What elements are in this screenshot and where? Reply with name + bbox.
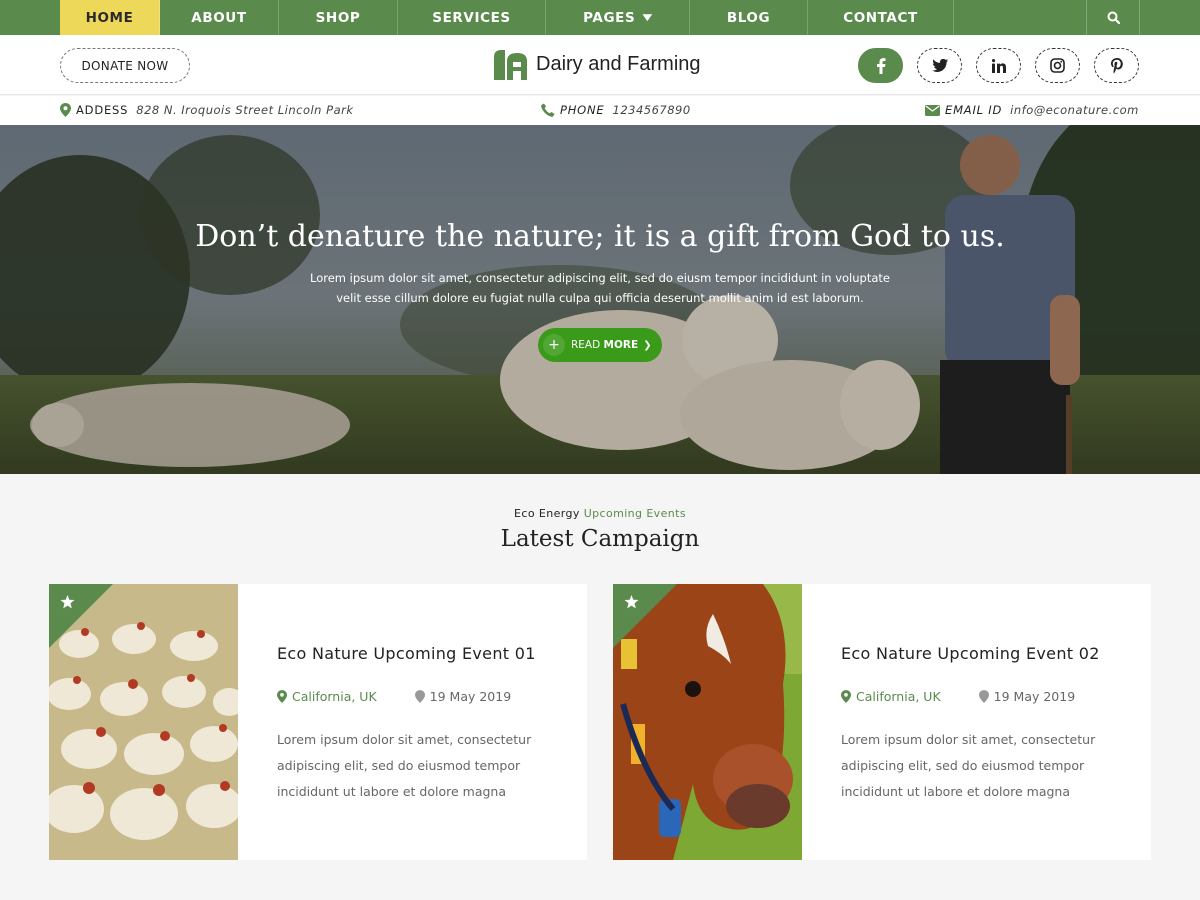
nav-item-label: SHOP	[315, 9, 361, 26]
map-marker-icon	[60, 103, 71, 117]
section-title: Latest Campaign	[500, 526, 700, 552]
event-meta: California, UK 19 May 2019	[841, 689, 1075, 704]
map-marker-icon	[841, 690, 851, 703]
event-title[interactable]: Eco Nature Upcoming Event 02	[841, 644, 1100, 663]
nav-item-label: CONTACT	[843, 9, 918, 26]
chevron-down-icon: ▼	[642, 12, 654, 23]
map-marker-icon	[277, 690, 287, 703]
twitter-link[interactable]	[917, 48, 962, 83]
pinterest-link[interactable]	[1094, 48, 1139, 83]
read-more-bold: MORE	[603, 339, 639, 351]
read-more-prefix: READ	[571, 339, 601, 351]
envelope-icon	[925, 104, 940, 116]
event-location: California, UK	[856, 689, 941, 704]
eyebrow-green: Upcoming Events	[583, 507, 686, 520]
logo-text: Dairy and Farming	[536, 53, 701, 75]
hero-banner: Don’t denature the nature; it is a gift …	[0, 125, 1200, 474]
email-info: EMAIL ID info@econature.com	[925, 103, 1139, 117]
event-date: 19 May 2019	[993, 689, 1076, 704]
nav-item-label: ABOUT	[191, 9, 247, 26]
instagram-link[interactable]	[1035, 48, 1080, 83]
read-more-button[interactable]: + READ MORE ❯	[538, 328, 662, 362]
search-icon	[1107, 11, 1120, 24]
nav-item-label: BLOG	[726, 9, 771, 26]
linkedin-icon	[991, 58, 1006, 73]
main-nav: HOME ABOUT SHOP SERVICES PAGES ▼ BLOG CON…	[0, 0, 1200, 35]
phone-info: PHONE 1234567890	[541, 103, 691, 117]
site-header: DONATE NOW Dairy and Farming	[0, 35, 1200, 95]
address-value: 828 N. Iroquois Street Lincoln Park	[136, 103, 354, 117]
search-button[interactable]	[1086, 0, 1140, 35]
hero-subtitle-line: velit esse cillum dolore eu fugiat nulla…	[336, 291, 864, 305]
event-image-cow[interactable]	[613, 584, 802, 860]
eyebrow-plain: Eco Energy	[514, 507, 580, 520]
featured-ribbon	[49, 584, 113, 648]
pinterest-icon	[1110, 57, 1123, 73]
donate-button[interactable]: DONATE NOW	[60, 48, 190, 83]
section-eyebrow: Eco Energy Upcoming Events	[0, 507, 1200, 520]
nav-item-contact[interactable]: CONTACT	[808, 0, 954, 35]
event-image-chickens[interactable]	[49, 584, 238, 860]
nav-item-label: SERVICES	[432, 9, 511, 26]
site-logo[interactable]: Dairy and Farming	[493, 49, 701, 80]
linkedin-link[interactable]	[976, 48, 1021, 83]
facebook-link[interactable]	[858, 48, 903, 83]
nav-item-label: PAGES	[583, 9, 636, 26]
event-location: California, UK	[292, 689, 377, 704]
phone-value[interactable]: 1234567890	[613, 103, 691, 117]
pin-icon	[978, 690, 989, 703]
featured-ribbon	[613, 584, 677, 648]
address-label: ADDESS	[76, 103, 129, 117]
event-title[interactable]: Eco Nature Upcoming Event 01	[277, 644, 536, 663]
twitter-icon	[931, 58, 948, 72]
nav-item-blog[interactable]: BLOG	[690, 0, 808, 35]
email-value[interactable]: info@econature.com	[1010, 103, 1139, 117]
email-label: EMAIL ID	[945, 103, 1003, 117]
plus-icon: +	[543, 334, 565, 356]
nav-menu: HOME ABOUT SHOP SERVICES PAGES ▼ BLOG CON…	[60, 0, 954, 35]
facebook-icon	[876, 57, 885, 74]
nav-item-home[interactable]: HOME	[60, 0, 160, 35]
hero-title: Don’t denature the nature; it is a gift …	[195, 219, 1005, 254]
chevron-right-icon: ❯	[643, 339, 652, 351]
logo-icon	[494, 50, 527, 80]
event-description: Lorem ipsum dolor sit amet, consectetur …	[841, 732, 1096, 799]
star-icon	[60, 595, 75, 609]
address-info: ADDESS 828 N. Iroquois Street Lincoln Pa…	[60, 103, 354, 117]
nav-item-shop[interactable]: SHOP	[279, 0, 398, 35]
phone-label: PHONE	[560, 103, 605, 117]
phone-icon	[541, 103, 555, 117]
nav-item-about[interactable]: ABOUT	[160, 0, 279, 35]
hero-subtitle-line: Lorem ipsum dolor sit amet, consectetur …	[310, 271, 890, 285]
event-meta: California, UK 19 May 2019	[277, 689, 511, 704]
instagram-icon	[1050, 58, 1065, 73]
nav-item-services[interactable]: SERVICES	[398, 0, 546, 35]
star-icon	[624, 595, 639, 609]
event-card[interactable]: Eco Nature Upcoming Event 02 California,…	[613, 584, 1151, 860]
event-date: 19 May 2019	[429, 689, 512, 704]
social-links	[858, 48, 1153, 83]
pin-icon	[414, 690, 425, 703]
event-card[interactable]: Eco Nature Upcoming Event 01 California,…	[49, 584, 587, 860]
nav-item-pages[interactable]: PAGES ▼	[546, 0, 690, 35]
read-more-label: READ MORE	[571, 339, 638, 351]
nav-item-label: HOME	[85, 9, 134, 26]
contact-info-bar: ADDESS 828 N. Iroquois Street Lincoln Pa…	[0, 96, 1200, 125]
hero-subtitle: Lorem ipsum dolor sit amet, consectetur …	[300, 268, 900, 308]
event-description: Lorem ipsum dolor sit amet, consectetur …	[277, 732, 532, 799]
